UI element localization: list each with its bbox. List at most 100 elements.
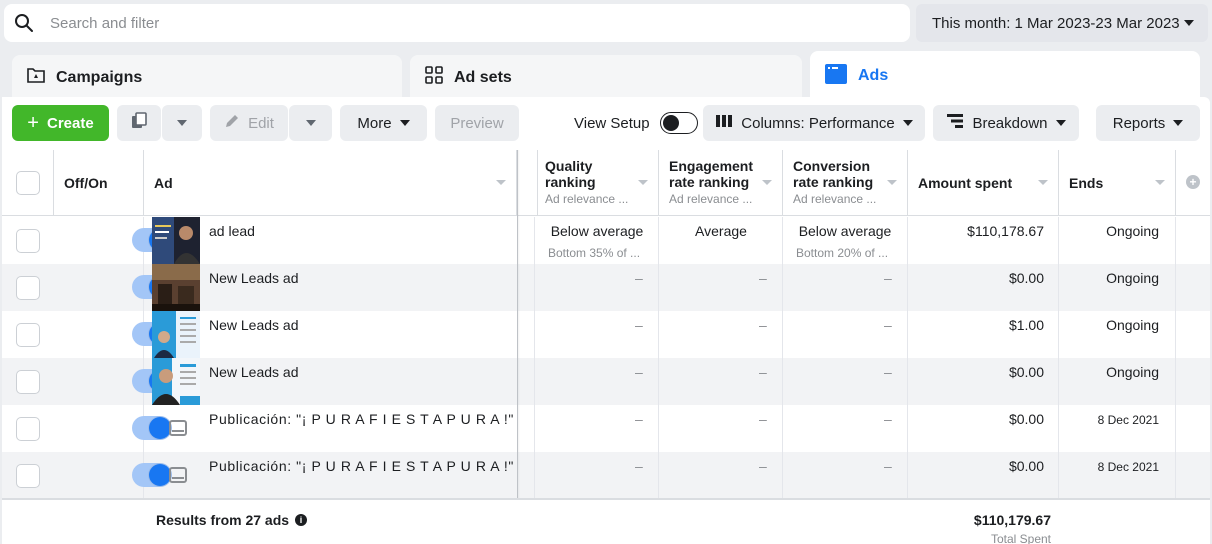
header-ad[interactable]: Ad [144,150,517,216]
date-range-picker[interactable]: This month: 1 Mar 2023-23 Mar 2023 [916,4,1208,42]
view-setup-label: View Setup [574,114,650,132]
engagement-ranking-value: – [759,364,767,380]
header-conversion-ranking[interactable]: Conversion rate ranking Ad relevance ... [783,150,908,216]
ad-cell[interactable]: New Leads ad [144,358,517,405]
sort-icon [762,180,772,185]
table-row[interactable]: New Leads ad – – – $0.00 Ongoing [2,264,1210,311]
ends-value: Ongoing [1106,223,1159,239]
tab-campaigns[interactable]: Campaigns [12,55,402,100]
conversion-ranking-value: – [884,458,892,474]
engagement-ranking-value: – [759,270,767,286]
header-ends[interactable]: Ends [1059,150,1176,216]
chevron-down-icon [1173,120,1184,126]
tab-ads[interactable]: Ads [810,51,1200,101]
amount-spent-value: $1.00 [1008,317,1044,333]
chevron-down-icon [902,120,913,126]
grid-icon [424,65,444,90]
header-quality-ranking[interactable]: Quality ranking Ad relevance ... [535,150,659,216]
ad-cell[interactable]: Publicación: "¡ P U R A F I E S T A P U … [144,405,517,452]
amount-spent-value: $0.00 [1008,458,1044,474]
quality-ranking-value: Below average [550,223,644,239]
conversion-ranking-value: – [884,270,892,286]
sort-icon [1155,180,1165,185]
table-row[interactable]: New Leads ad – – – $0.00 Ongoing [2,358,1210,405]
ad-cell[interactable]: ad lead [144,217,517,264]
ad-name[interactable]: Publicación: "¡ P U R A F I E S T A P U … [209,458,514,474]
chevron-down-icon [1184,20,1194,26]
results-summary-row: Results from 27 ads i $110,179.67 Total … [2,498,1210,544]
ad-name[interactable]: New Leads ad [209,270,299,286]
duplicate-button[interactable] [117,105,161,141]
quality-ranking-value: – [635,458,643,474]
quality-ranking-value: – [635,270,643,286]
table-row[interactable]: New Leads ad – – – $1.00 Ongoing [2,311,1210,358]
folder-icon [26,66,46,89]
engagement-ranking-value: – [759,411,767,427]
row-checkbox[interactable] [16,464,40,488]
total-spent-label: Total Spent [990,532,1051,544]
header-add-column[interactable]: + [1176,150,1210,216]
search-input[interactable]: Search and filter [50,15,159,32]
ends-value: Ongoing [1106,364,1159,380]
pencil-icon [224,113,240,133]
ad-cell[interactable]: New Leads ad [144,311,517,358]
engagement-ranking-value: – [759,317,767,333]
amount-spent-value: $110,178.67 [967,223,1044,239]
preview-button[interactable]: Preview [435,105,519,141]
ad-name[interactable]: New Leads ad [209,364,299,380]
engagement-ranking-value: Average [695,223,747,239]
edit-dropdown-button[interactable] [289,105,332,141]
columns-button[interactable]: Columns: Performance [703,105,925,141]
row-checkbox[interactable] [16,323,40,347]
chevron-down-icon [305,120,316,126]
view-setup-toggle[interactable] [659,112,698,134]
info-icon[interactable]: i [295,514,308,526]
ad-thumbnail [152,264,200,311]
header-amount-spent[interactable]: Amount spent [908,150,1059,216]
table-row[interactable]: Publicación: "¡ P U R A F I E S T A P U … [2,452,1210,499]
add-column-icon: + [1186,175,1200,189]
duplicate-icon [130,112,148,134]
ads-panel: + Create Edit More Preview View Setup Co… [2,97,1210,544]
breakdown-button[interactable]: Breakdown [933,105,1079,141]
total-spent-value: $110,179.67 [973,512,1051,528]
row-checkbox[interactable] [16,229,40,253]
ad-thumbnail [152,311,200,358]
amount-spent-value: $0.00 [1008,411,1044,427]
header-off-on[interactable]: Off/On [54,150,144,216]
ad-name[interactable]: Publicación: "¡ P U R A F I E S T A P U … [209,411,514,427]
chevron-down-icon [399,120,410,126]
select-all-checkbox[interactable] [16,171,40,195]
tab-ad-sets[interactable]: Ad sets [410,55,802,100]
ad-cell[interactable]: Publicación: "¡ P U R A F I E S T A P U … [144,452,517,499]
create-button[interactable]: + Create [12,105,109,141]
table-row[interactable]: ad lead Below average Bottom 35% of ... … [2,217,1210,264]
edit-button[interactable]: Edit [210,105,288,141]
header-select-all [2,150,54,216]
ends-value: Ongoing [1106,270,1159,286]
columns-icon [715,114,733,132]
post-placeholder-icon [169,467,187,483]
row-checkbox[interactable] [16,417,40,441]
view-setup: View Setup [574,105,698,141]
ad-name[interactable]: New Leads ad [209,317,299,333]
search-bar[interactable]: Search and filter [4,4,910,42]
row-checkbox[interactable] [16,370,40,394]
duplicate-dropdown-button[interactable] [162,105,202,141]
header-engagement-ranking[interactable]: Engagement rate ranking Ad relevance ... [659,150,783,216]
table-row[interactable]: Publicación: "¡ P U R A F I E S T A P U … [2,405,1210,452]
engagement-ranking-value: – [759,458,767,474]
row-checkbox[interactable] [16,276,40,300]
sort-icon [1038,180,1048,185]
quality-ranking-value: – [635,364,643,380]
chevron-down-icon [1055,120,1066,126]
more-button[interactable]: More [340,105,427,141]
conversion-ranking-detail: Bottom 20% of ... [796,246,889,260]
ends-value: 8 Dec 2021 [1097,413,1159,427]
reports-button[interactable]: Reports [1096,105,1200,141]
sort-icon [496,180,506,185]
conversion-ranking-value: – [884,364,892,380]
ad-cell[interactable]: New Leads ad [144,264,517,311]
ends-value: 8 Dec 2021 [1097,460,1159,474]
ad-name[interactable]: ad lead [209,223,255,239]
